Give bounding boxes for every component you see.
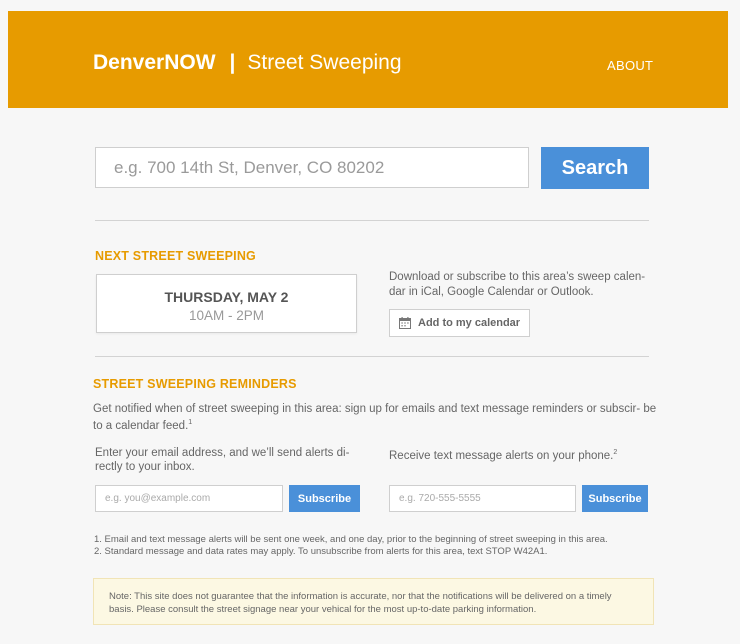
phone-input[interactable]: [389, 485, 576, 512]
footnote-ref-1: 1: [188, 419, 193, 426]
sms-alerts-description: Receive text message alerts on your phon…: [389, 446, 654, 463]
reminders-heading: STREET SWEEPING REMINDERS: [93, 377, 297, 391]
email-alerts-description: Enter your email address, and we’ll send…: [95, 447, 350, 473]
brand-separator: |: [229, 51, 236, 74]
search-button[interactable]: Search: [541, 147, 649, 189]
brand-name: DenverNOW: [93, 51, 216, 74]
reminders-intro-text: Get notified when of street sweeping in …: [93, 403, 657, 432]
sweeping-time: 10AM - 2PM: [188, 308, 265, 323]
sms-subscribe-button[interactable]: Subscribe: [582, 485, 648, 512]
address-search-input[interactable]: [95, 147, 529, 188]
divider: [95, 356, 649, 357]
site-brand[interactable]: DenverNOW | Street Sweeping: [93, 51, 402, 75]
calendar-icon: [399, 317, 411, 329]
sweeping-date: THURSDAY, MAY 2: [164, 289, 289, 305]
about-link[interactable]: ABOUT: [607, 58, 653, 73]
add-to-calendar-label: Add to my calendar: [418, 317, 521, 329]
footnotes: 1. Email and text message alerts will be…: [94, 534, 608, 558]
page-subtitle: Street Sweeping: [247, 51, 402, 74]
email-subscribe-button[interactable]: Subscribe: [289, 485, 360, 512]
sms-alerts-text: Receive text message alerts on your phon…: [389, 449, 614, 462]
next-sweeping-heading: NEXT STREET SWEEPING: [95, 249, 256, 263]
add-to-calendar-button[interactable]: Add to my calendar: [389, 309, 530, 337]
disclaimer-note: Note: This site does not guarantee that …: [93, 578, 654, 625]
next-sweeping-date-card: THURSDAY, MAY 2 10AM - 2PM: [96, 274, 357, 333]
footnote-1: 1. Email and text message alerts will be…: [94, 534, 608, 545]
email-input[interactable]: [95, 485, 283, 512]
site-header: DenverNOW | Street Sweeping ABOUT: [8, 11, 728, 108]
footnote-ref-2: 2: [613, 449, 618, 456]
divider: [95, 220, 649, 221]
calendar-description: Download or subscribe to this area’s swe…: [389, 271, 646, 298]
reminders-intro: Get notified when of street sweeping in …: [93, 402, 658, 433]
footnote-2: 2. Standard message and data rates may a…: [94, 546, 548, 557]
